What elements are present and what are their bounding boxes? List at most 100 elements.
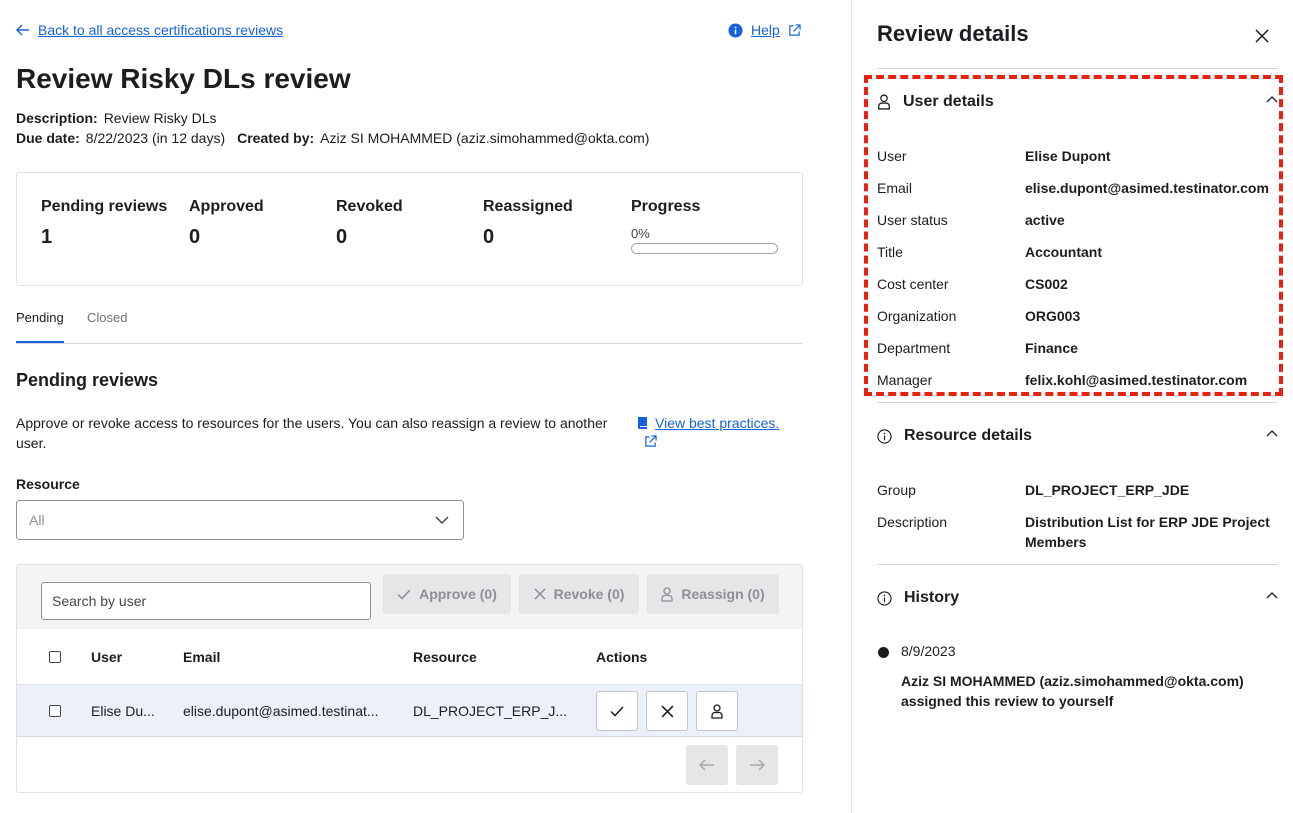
panel-divider xyxy=(877,68,1278,69)
close-icon xyxy=(1255,29,1269,43)
chevron-down-icon xyxy=(435,516,449,524)
close-button[interactable] xyxy=(1251,25,1273,47)
best-practices-label[interactable]: View best practices. xyxy=(655,413,779,433)
user-icon xyxy=(877,94,891,110)
stat-revoked: Revoked 0 xyxy=(336,198,403,249)
next-page-button[interactable] xyxy=(736,745,778,785)
resource-details-header[interactable]: Resource details xyxy=(877,427,1278,445)
chevron-up-icon[interactable] xyxy=(1266,429,1278,437)
section-divider xyxy=(877,402,1278,403)
progress-percent: 0% xyxy=(631,226,650,241)
stat-pending-label: Pending reviews xyxy=(41,198,168,215)
tab-pending[interactable]: Pending xyxy=(16,310,64,343)
column-email[interactable]: Email xyxy=(183,649,220,665)
review-details-panel: Review details User details User Elise D… xyxy=(851,0,1293,813)
reassign-button[interactable]: Reassign (0) xyxy=(647,574,779,614)
organization-value: ORG003 xyxy=(1025,308,1081,324)
user-details-header[interactable]: User details xyxy=(877,93,1278,111)
row-checkbox[interactable] xyxy=(49,705,61,717)
group-label: Group xyxy=(877,482,916,498)
chevron-up-icon[interactable] xyxy=(1266,95,1278,103)
back-link-label[interactable]: Back to all access certifications review… xyxy=(38,22,283,38)
column-actions: Actions xyxy=(596,649,648,665)
row-reassign-button[interactable] xyxy=(696,691,738,731)
column-resource[interactable]: Resource xyxy=(413,649,477,665)
stat-approved-label: Approved xyxy=(189,198,264,215)
resource-select[interactable]: All xyxy=(16,500,464,540)
email-label: Email xyxy=(877,180,913,196)
stat-approved-value: 0 xyxy=(189,226,201,248)
external-link-icon xyxy=(788,23,801,37)
stat-revoked-label: Revoked xyxy=(336,198,403,215)
help-link-label[interactable]: Help xyxy=(751,22,780,38)
due-date-label: Due date: xyxy=(16,130,80,146)
stat-revoked-value: 0 xyxy=(336,226,348,248)
resource-select-value: All xyxy=(29,512,45,528)
reviews-table: Search by user Approve (0) Revoke (0) Re… xyxy=(16,564,803,793)
page-title: Review Risky DLs review xyxy=(16,63,351,94)
arrow-left-icon xyxy=(16,24,30,36)
organization-label: Organization xyxy=(877,308,957,324)
pending-reviews-description: Approve or revoke access to resources fo… xyxy=(16,415,608,451)
timeline-dot xyxy=(878,647,889,658)
row-approve-button[interactable] xyxy=(596,691,638,731)
previous-page-button[interactable] xyxy=(686,745,728,785)
table-row[interactable]: Elise Du... elise.dupont@asimed.testinat… xyxy=(17,685,802,737)
user-status-label: User status xyxy=(877,212,948,228)
user-details-title: User details xyxy=(903,93,994,110)
stat-reassigned-value: 0 xyxy=(483,226,495,248)
history-header[interactable]: History xyxy=(877,589,1278,607)
chevron-up-icon[interactable] xyxy=(1266,591,1278,599)
search-input[interactable]: Search by user xyxy=(41,582,371,620)
book-icon xyxy=(637,416,649,430)
user-icon xyxy=(661,586,674,602)
row-revoke-button[interactable] xyxy=(646,691,688,731)
main-content: Back to all access certifications review… xyxy=(0,0,851,813)
help-link[interactable]: Help xyxy=(728,22,801,38)
stat-reassigned: Reassigned 0 xyxy=(483,198,573,249)
progress-bar xyxy=(631,243,778,254)
history-title: History xyxy=(904,589,960,606)
approve-button-label: Approve (0) xyxy=(419,586,497,602)
tab-closed[interactable]: Closed xyxy=(87,310,127,341)
group-value: DL_PROJECT_ERP_JDE xyxy=(1025,482,1190,498)
cost-center-label: Cost center xyxy=(877,276,949,292)
manager-label: Manager xyxy=(877,372,933,388)
resource-description-value: Distribution List for ERP JDE Project Me… xyxy=(1025,514,1270,550)
arrow-left-icon xyxy=(699,759,715,771)
table-toolbar: Search by user Approve (0) Revoke (0) Re… xyxy=(17,565,802,629)
cost-center-value: CS002 xyxy=(1025,276,1068,292)
external-link-icon xyxy=(644,435,797,448)
history-date: 8/9/2023 xyxy=(901,643,956,659)
info-outline-icon xyxy=(877,590,892,606)
row-resource: DL_PROJECT_ERP_J... xyxy=(413,703,568,719)
review-tabs: Pending Closed xyxy=(16,300,803,344)
select-all-checkbox[interactable] xyxy=(49,651,61,663)
info-icon xyxy=(728,22,743,38)
revoke-button[interactable]: Revoke (0) xyxy=(519,574,639,614)
best-practices-link[interactable]: View best practices. xyxy=(637,413,797,448)
description-value: Review Risky DLs xyxy=(103,110,217,126)
description-label: Description: xyxy=(16,110,98,126)
created-by-label: Created by: xyxy=(237,130,315,146)
due-date-value: 8/22/2023 (in 12 days) xyxy=(85,130,226,146)
resource-description-label: Description xyxy=(877,514,948,530)
check-icon xyxy=(397,588,411,600)
x-icon xyxy=(661,705,674,718)
stats-card: Pending reviews 1 Approved 0 Revoked 0 R… xyxy=(16,172,803,286)
table-header: User Email Resource Actions xyxy=(17,629,802,685)
approve-button[interactable]: Approve (0) xyxy=(383,574,511,614)
info-outline-icon xyxy=(877,428,892,444)
stat-pending-value: 1 xyxy=(41,226,53,248)
resource-details-title: Resource details xyxy=(904,427,1033,444)
user-icon xyxy=(711,703,723,719)
user-status-value: active xyxy=(1025,212,1065,228)
resource-filter-label: Resource xyxy=(16,476,80,492)
arrow-right-icon xyxy=(749,759,765,771)
description-line: Description: Review Risky DLs xyxy=(16,110,217,126)
history-entry: Aziz SI MOHAMMED (aziz.simohammed@okta.c… xyxy=(901,673,1244,709)
back-link[interactable]: Back to all access certifications review… xyxy=(16,22,283,38)
pending-reviews-heading: Pending reviews xyxy=(16,370,159,390)
user-value: Elise Dupont xyxy=(1025,148,1111,164)
column-user[interactable]: User xyxy=(91,649,122,665)
